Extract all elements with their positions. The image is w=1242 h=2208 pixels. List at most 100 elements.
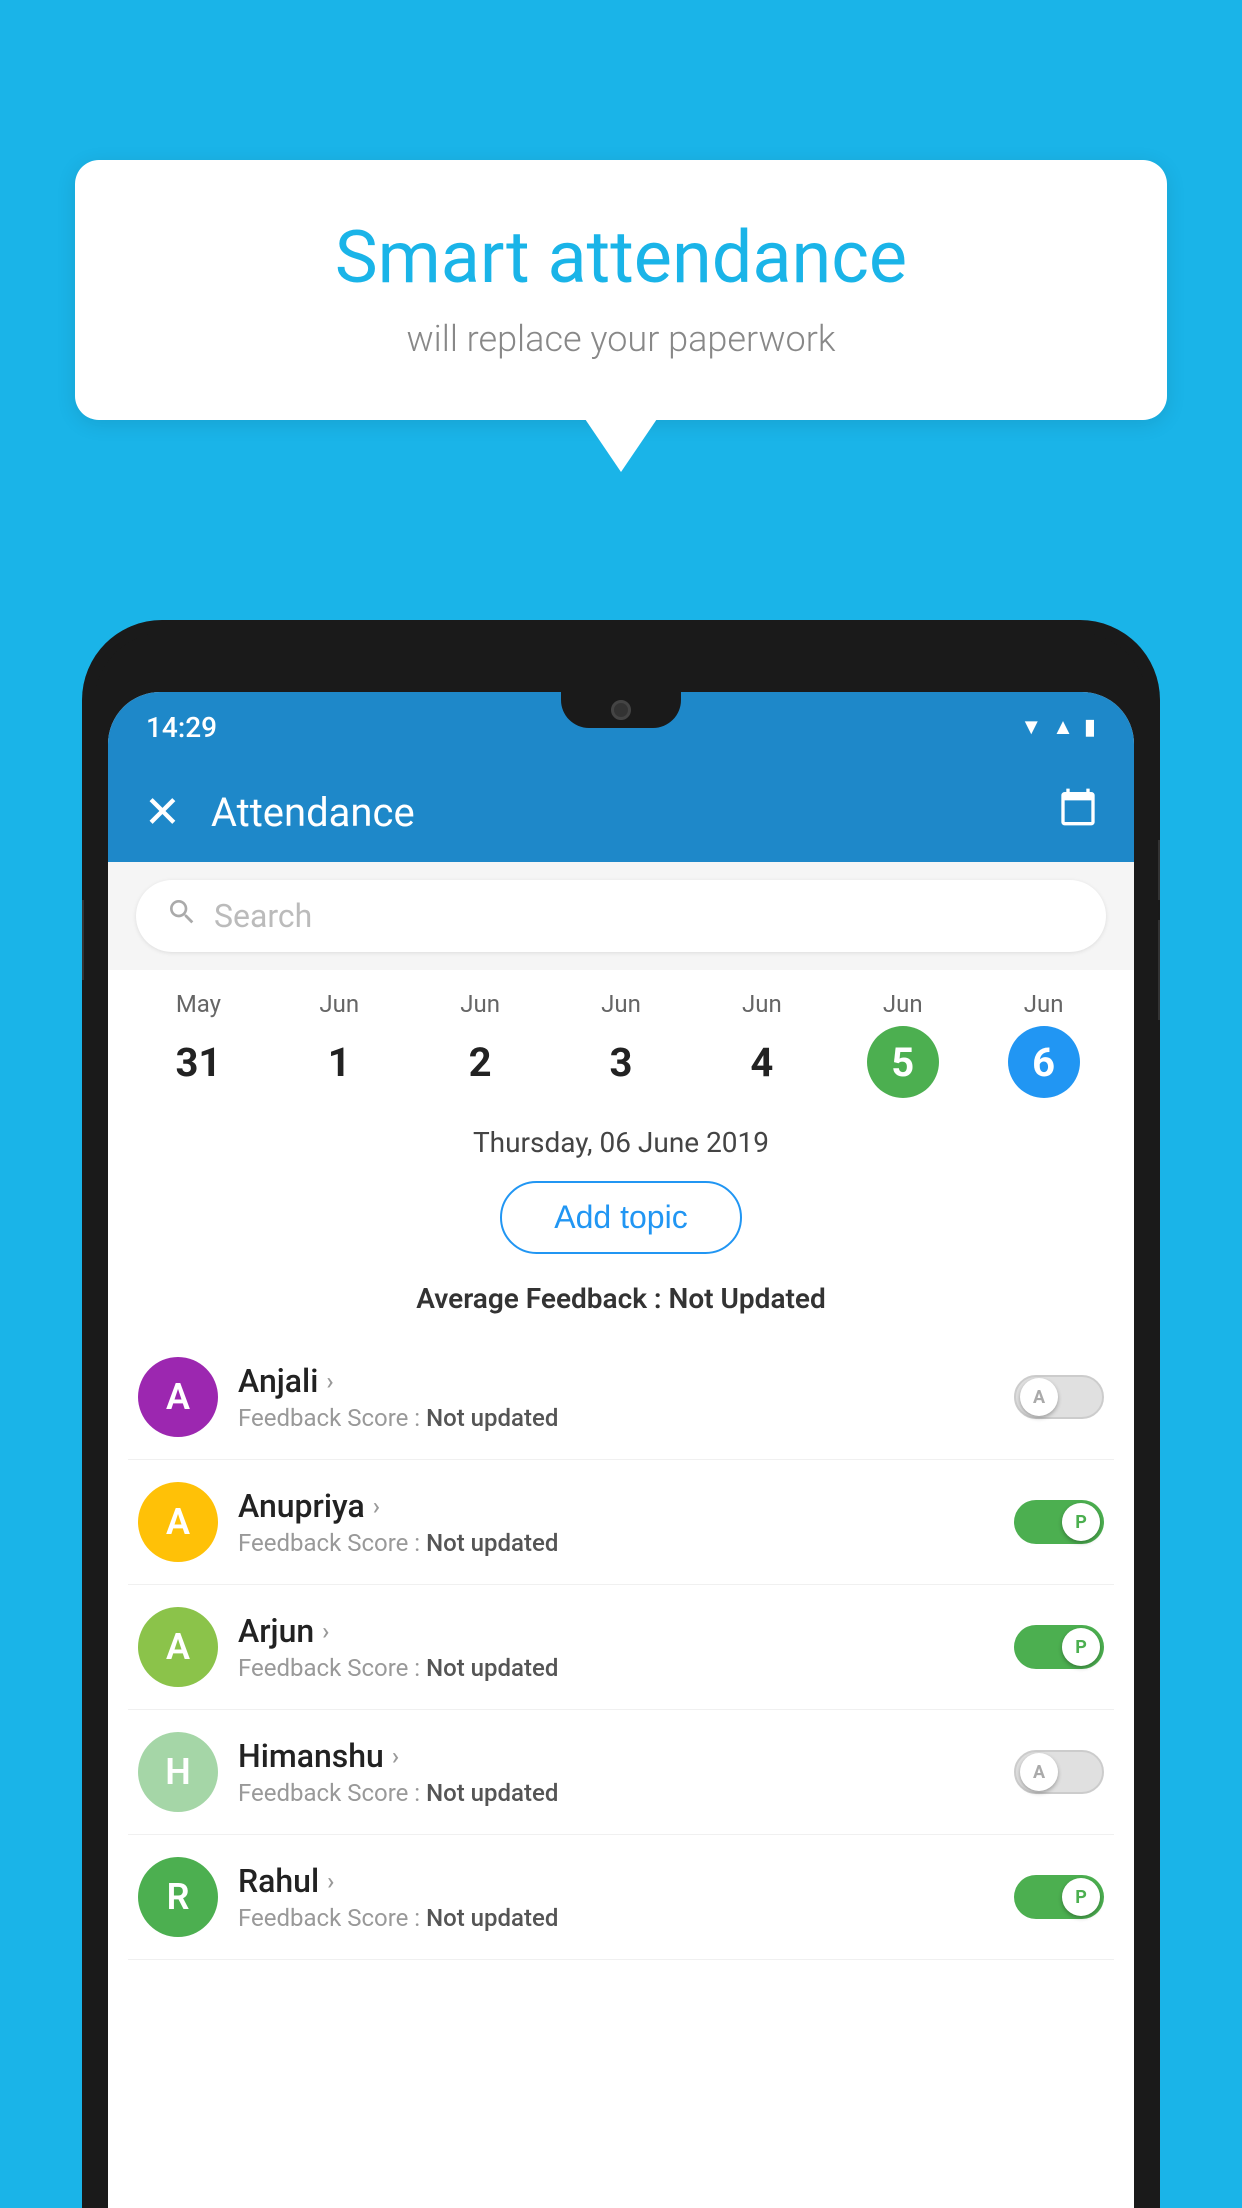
calendar-month: Jun bbox=[460, 990, 500, 1018]
student-info: Rahul › Feedback Score : Not updated bbox=[238, 1862, 994, 1932]
calendar-strip: May 31 Jun 1 Jun 2 Jun 3 Jun 4 Jun 5 Jun… bbox=[108, 970, 1134, 1108]
student-name: Anupriya › bbox=[238, 1487, 994, 1525]
calendar-month: Jun bbox=[742, 990, 782, 1018]
student-info: Himanshu › Feedback Score : Not updated bbox=[238, 1737, 994, 1807]
header-title: Attendance bbox=[211, 789, 415, 836]
camera bbox=[611, 700, 631, 720]
close-button[interactable]: ✕ bbox=[144, 790, 181, 834]
calendar-day[interactable]: Jun 3 bbox=[551, 990, 692, 1098]
add-topic-container: Add topic bbox=[108, 1171, 1134, 1274]
speech-bubble-container: Smart attendance will replace your paper… bbox=[75, 160, 1167, 420]
avg-feedback-value: Not Updated bbox=[669, 1282, 826, 1315]
attendance-toggle[interactable]: P bbox=[1014, 1875, 1104, 1919]
toggle-container[interactable]: P bbox=[1014, 1500, 1104, 1544]
chevron-icon: › bbox=[326, 1367, 333, 1395]
student-item[interactable]: R Rahul › Feedback Score : Not updated P bbox=[128, 1835, 1114, 1960]
feedback-score: Feedback Score : Not updated bbox=[238, 1654, 994, 1682]
student-item[interactable]: A Anjali › Feedback Score : Not updated … bbox=[128, 1335, 1114, 1460]
volume-down-button bbox=[1158, 920, 1160, 1020]
student-name: Anjali › bbox=[238, 1362, 994, 1400]
speech-bubble: Smart attendance will replace your paper… bbox=[75, 160, 1167, 420]
attendance-toggle[interactable]: P bbox=[1014, 1625, 1104, 1669]
add-topic-button[interactable]: Add topic bbox=[500, 1181, 741, 1254]
toggle-thumb: A bbox=[1020, 1378, 1058, 1416]
toggle-container[interactable]: P bbox=[1014, 1625, 1104, 1669]
calendar-date[interactable]: 1 bbox=[303, 1026, 375, 1098]
feedback-score: Feedback Score : Not updated bbox=[238, 1404, 994, 1432]
student-name: Himanshu › bbox=[238, 1737, 994, 1775]
calendar-date[interactable]: 6 bbox=[1008, 1026, 1080, 1098]
calendar-icon[interactable] bbox=[1058, 787, 1098, 837]
calendar-day[interactable]: Jun 5 bbox=[832, 990, 973, 1098]
search-icon bbox=[166, 896, 198, 936]
student-info: Anupriya › Feedback Score : Not updated bbox=[238, 1487, 994, 1557]
toggle-thumb: P bbox=[1062, 1503, 1100, 1541]
feedback-score: Feedback Score : Not updated bbox=[238, 1779, 994, 1807]
calendar-date[interactable]: 2 bbox=[444, 1026, 516, 1098]
header-left: ✕ Attendance bbox=[144, 789, 415, 836]
avatar: A bbox=[138, 1607, 218, 1687]
chevron-icon: › bbox=[373, 1492, 380, 1520]
chevron-icon: › bbox=[392, 1742, 399, 1770]
search-bar[interactable]: Search bbox=[136, 880, 1106, 952]
screen: 14:29 ▼ ▲ ▮ ✕ Attendance bbox=[108, 692, 1134, 2208]
bubble-subtitle: will replace your paperwork bbox=[135, 318, 1107, 360]
calendar-date[interactable]: 3 bbox=[585, 1026, 657, 1098]
avatar: H bbox=[138, 1732, 218, 1812]
student-item[interactable]: H Himanshu › Feedback Score : Not update… bbox=[128, 1710, 1114, 1835]
calendar-day[interactable]: May 31 bbox=[128, 990, 269, 1098]
toggle-thumb: A bbox=[1020, 1753, 1058, 1791]
calendar-month: Jun bbox=[883, 990, 923, 1018]
feedback-score: Feedback Score : Not updated bbox=[238, 1529, 994, 1557]
avatar: A bbox=[138, 1357, 218, 1437]
toggle-container[interactable]: P bbox=[1014, 1875, 1104, 1919]
calendar-date[interactable]: 31 bbox=[162, 1026, 234, 1098]
calendar-month: Jun bbox=[1024, 990, 1064, 1018]
avatar: R bbox=[138, 1857, 218, 1937]
calendar-day[interactable]: Jun 6 bbox=[973, 990, 1114, 1098]
calendar-month: May bbox=[176, 990, 221, 1018]
notch bbox=[561, 692, 681, 728]
student-list: A Anjali › Feedback Score : Not updated … bbox=[108, 1335, 1134, 1960]
chevron-icon: › bbox=[327, 1867, 334, 1895]
toggle-container[interactable]: A bbox=[1014, 1375, 1104, 1419]
calendar-day[interactable]: Jun 1 bbox=[269, 990, 410, 1098]
status-icons: ▼ ▲ ▮ bbox=[1020, 714, 1096, 740]
bubble-title: Smart attendance bbox=[135, 215, 1107, 300]
attendance-toggle[interactable]: A bbox=[1014, 1375, 1104, 1419]
student-item[interactable]: A Anupriya › Feedback Score : Not update… bbox=[128, 1460, 1114, 1585]
battery-icon: ▮ bbox=[1084, 715, 1096, 740]
date-label: Thursday, 06 June 2019 bbox=[108, 1108, 1134, 1171]
toggle-thumb: P bbox=[1062, 1878, 1100, 1916]
status-time: 14:29 bbox=[146, 711, 217, 744]
toggle-thumb: P bbox=[1062, 1628, 1100, 1666]
avg-feedback-label: Average Feedback : bbox=[416, 1282, 661, 1315]
attendance-toggle[interactable]: A bbox=[1014, 1750, 1104, 1794]
feedback-score: Feedback Score : Not updated bbox=[238, 1904, 994, 1932]
wifi-icon: ▼ bbox=[1020, 714, 1042, 740]
calendar-date[interactable]: 5 bbox=[867, 1026, 939, 1098]
student-info: Arjun › Feedback Score : Not updated bbox=[238, 1612, 994, 1682]
attendance-toggle[interactable]: P bbox=[1014, 1500, 1104, 1544]
toggle-container[interactable]: A bbox=[1014, 1750, 1104, 1794]
power-button bbox=[1158, 840, 1160, 900]
volume-button bbox=[82, 900, 84, 980]
phone-frame: 14:29 ▼ ▲ ▮ ✕ Attendance bbox=[82, 620, 1160, 2208]
signal-icon: ▲ bbox=[1052, 714, 1074, 740]
student-name: Rahul › bbox=[238, 1862, 994, 1900]
status-bar: 14:29 ▼ ▲ ▮ bbox=[108, 692, 1134, 762]
student-info: Anjali › Feedback Score : Not updated bbox=[238, 1362, 994, 1432]
search-placeholder: Search bbox=[214, 897, 312, 935]
calendar-day[interactable]: Jun 4 bbox=[691, 990, 832, 1098]
search-container: Search bbox=[108, 862, 1134, 970]
calendar-month: Jun bbox=[601, 990, 641, 1018]
calendar-day[interactable]: Jun 2 bbox=[410, 990, 551, 1098]
avatar: A bbox=[138, 1482, 218, 1562]
phone-inner: 14:29 ▼ ▲ ▮ ✕ Attendance bbox=[94, 632, 1148, 2208]
calendar-month: Jun bbox=[319, 990, 359, 1018]
chevron-icon: › bbox=[322, 1617, 329, 1645]
app-header: ✕ Attendance bbox=[108, 762, 1134, 862]
avg-feedback: Average Feedback : Not Updated bbox=[108, 1274, 1134, 1335]
student-item[interactable]: A Arjun › Feedback Score : Not updated P bbox=[128, 1585, 1114, 1710]
calendar-date[interactable]: 4 bbox=[726, 1026, 798, 1098]
